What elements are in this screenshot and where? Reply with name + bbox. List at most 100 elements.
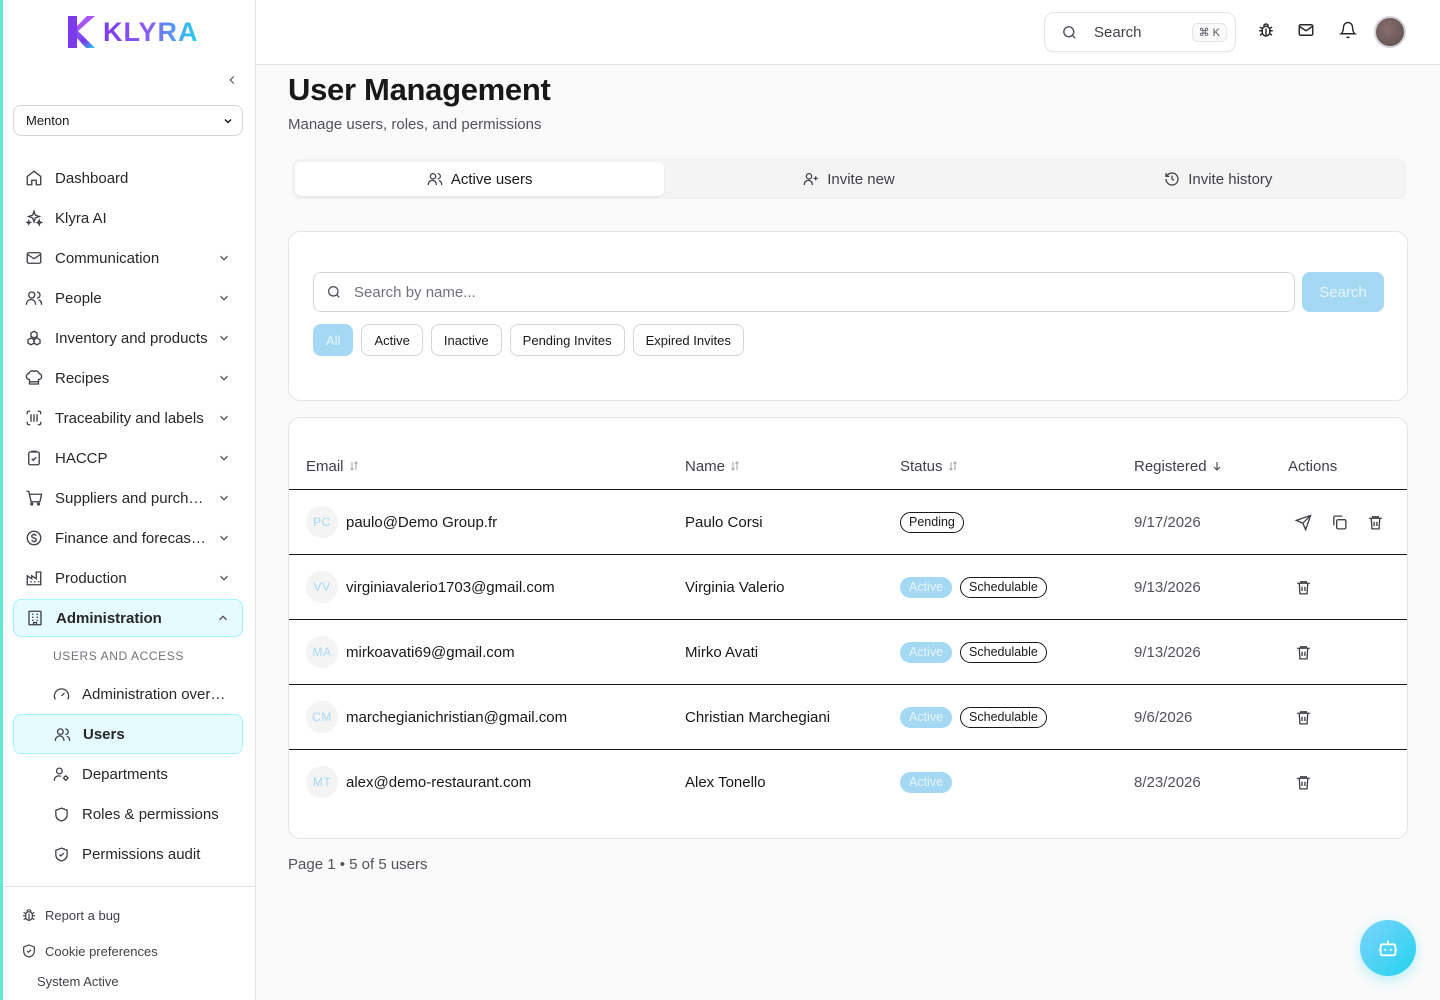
user-tabs: Active users Invite new Invite history <box>292 159 1406 199</box>
tab-invite-new[interactable]: Invite new <box>664 162 1033 196</box>
tab-active-users[interactable]: Active users <box>295 162 665 196</box>
brand-logo[interactable]: KLYRA <box>65 14 199 50</box>
bell-icon[interactable] <box>1339 21 1357 39</box>
schedulable-badge: Schedulable <box>960 641 1047 663</box>
filter-chip-expired-invites[interactable]: Expired Invites <box>632 324 744 356</box>
sidebar-footer: Report a bug Cookie preferences System A… <box>3 886 256 993</box>
sidebar-item-label: People <box>55 289 102 307</box>
trash-icon[interactable] <box>1295 774 1312 791</box>
chevron-down-icon <box>220 455 228 461</box>
barcode-scan-icon <box>26 410 42 426</box>
filter-chip-inactive[interactable]: Inactive <box>430 324 502 356</box>
email-cell: CM marchegianichristian@gmail.com <box>306 685 567 749</box>
table-row[interactable]: VV virginiavalerio1703@gmail.com Virgini… <box>289 555 1407 620</box>
ai-assistant-button[interactable] <box>1360 920 1416 976</box>
sidebar-item-label: Inventory and products <box>55 329 208 347</box>
trash-icon[interactable] <box>1295 579 1312 596</box>
table-row[interactable]: MA mirkoavati69@gmail.com Mirko Avati Ac… <box>289 620 1407 685</box>
filter-chip-all[interactable]: All <box>313 324 354 356</box>
users-icon <box>54 727 71 741</box>
column-header-registered[interactable]: Registered <box>1134 442 1223 490</box>
sidebar-item-roles-permissions[interactable]: Roles & permissions <box>13 794 243 834</box>
column-header-status[interactable]: Status <box>900 442 959 490</box>
cookie-preferences-link[interactable]: Cookie preferences <box>3 933 256 969</box>
chevron-up-icon <box>219 615 227 621</box>
sidebar-item-finance[interactable]: Finance and forecasting <box>13 518 243 558</box>
sidebar-item-traceability[interactable]: Traceability and labels <box>13 398 243 438</box>
column-header-label: Actions <box>1288 457 1338 475</box>
table-row[interactable]: PC paulo@Demo Group.fr Paulo Corsi Pendi… <box>289 490 1407 555</box>
chevron-down-icon <box>220 375 228 381</box>
email-cell: MT alex@demo-restaurant.com <box>306 750 531 814</box>
global-search-button[interactable]: Search ⌘ K <box>1044 12 1236 52</box>
email-value: paulo@Demo Group.fr <box>346 513 498 531</box>
sidebar-item-suppliers[interactable]: Suppliers and purchasing <box>13 478 243 518</box>
sidebar-item-haccp[interactable]: HACCP <box>13 438 243 478</box>
sidebar-item-permissions-audit[interactable]: Permissions audit <box>13 834 243 874</box>
user-avatar[interactable] <box>1374 16 1406 48</box>
klyra-k-logo-icon <box>68 16 95 48</box>
users-table: Email Name Status Registered Actions PC … <box>288 417 1408 839</box>
sidebar-item-departments[interactable]: Departments <box>13 754 243 794</box>
sidebar-item-recipes[interactable]: Recipes <box>13 358 243 398</box>
sidebar-item-label: Klyra AI <box>55 209 107 227</box>
sidebar-item-administration-overview[interactable]: Administration overview <box>13 674 243 714</box>
chevron-down-icon <box>224 118 232 124</box>
status-cell: Active Schedulable <box>900 620 1055 684</box>
sidebar-item-klyra-ai[interactable]: Klyra AI <box>13 198 243 238</box>
schedulable-badge: Schedulable <box>960 576 1047 598</box>
sidebar-item-dashboard[interactable]: Dashboard <box>13 158 243 198</box>
send-icon[interactable] <box>1295 513 1312 531</box>
filter-chip-pending-invites[interactable]: Pending Invites <box>509 324 625 356</box>
chevron-down-icon <box>220 535 228 541</box>
sidebar-item-communication[interactable]: Communication <box>13 238 243 278</box>
sidebar-item-production[interactable]: Production <box>13 558 243 598</box>
home-icon <box>26 170 42 186</box>
trash-icon[interactable] <box>1295 644 1312 661</box>
sidebar-item-label: Administration overview <box>82 685 232 703</box>
trash-icon[interactable] <box>1367 514 1384 531</box>
collapse-sidebar-button[interactable] <box>222 70 242 90</box>
column-header-email[interactable]: Email <box>306 442 360 490</box>
email-cell: VV virginiavalerio1703@gmail.com <box>306 555 555 619</box>
filter-chip-active[interactable]: Active <box>361 324 423 356</box>
user-cog-icon <box>53 766 69 781</box>
registered-cell: 9/6/2026 <box>1134 708 1193 726</box>
report-bug-link[interactable]: Report a bug <box>3 897 256 933</box>
name-search-input[interactable] <box>354 283 1254 301</box>
column-header-name[interactable]: Name <box>685 442 741 490</box>
sidebar-item-label: Suppliers and purchasing <box>55 489 209 507</box>
actions-cell <box>1295 685 1331 749</box>
top-bar: Search ⌘ K <box>256 0 1440 65</box>
status-filter-chips: All Active Inactive Pending Invites Expi… <box>313 324 744 356</box>
table-row[interactable]: CM marchegianichristian@gmail.com Christ… <box>289 685 1407 750</box>
trash-icon[interactable] <box>1295 709 1312 726</box>
sidebar: KLYRA Menton Dashboard Klyra AI Communic… <box>0 0 256 1000</box>
sidebar-item-label: Communication <box>55 249 160 267</box>
sidebar-nav: Dashboard Klyra AI Communication People … <box>13 158 243 874</box>
sidebar-item-inventory[interactable]: Inventory and products <box>13 318 243 358</box>
tab-label: Invite new <box>827 170 895 188</box>
tab-invite-history[interactable]: Invite history <box>1034 162 1403 196</box>
mail-icon[interactable] <box>1297 21 1315 39</box>
registered-cell: 9/17/2026 <box>1134 513 1201 531</box>
table-row[interactable]: MT alex@demo-restaurant.com Alex Tonello… <box>289 750 1407 815</box>
copy-icon[interactable] <box>1331 514 1348 531</box>
sidebar-item-people[interactable]: People <box>13 278 243 318</box>
status-cell: Active Schedulable <box>900 555 1055 619</box>
sidebar-item-users[interactable]: Users <box>13 714 243 754</box>
email-value: virginiavalerio1703@gmail.com <box>346 578 555 596</box>
brand-name: KLYRA <box>103 16 199 47</box>
name-cell: Alex Tonello <box>685 773 766 791</box>
sidebar-item-label: Roles & permissions <box>82 805 219 823</box>
name-cell: Paulo Corsi <box>685 513 763 531</box>
sidebar-item-administration[interactable]: Administration <box>13 599 243 637</box>
bug-icon[interactable] <box>1257 21 1275 39</box>
table-header: Email Name Status Registered Actions <box>289 442 1407 490</box>
email-value: marchegianichristian@gmail.com <box>346 708 568 726</box>
search-button[interactable]: Search <box>1302 272 1384 312</box>
name-search-field[interactable] <box>313 272 1295 312</box>
status-badge: Active <box>900 771 953 793</box>
filter-card: Search All Active Inactive Pending Invit… <box>288 231 1408 401</box>
workspace-select[interactable]: Menton <box>13 105 243 136</box>
